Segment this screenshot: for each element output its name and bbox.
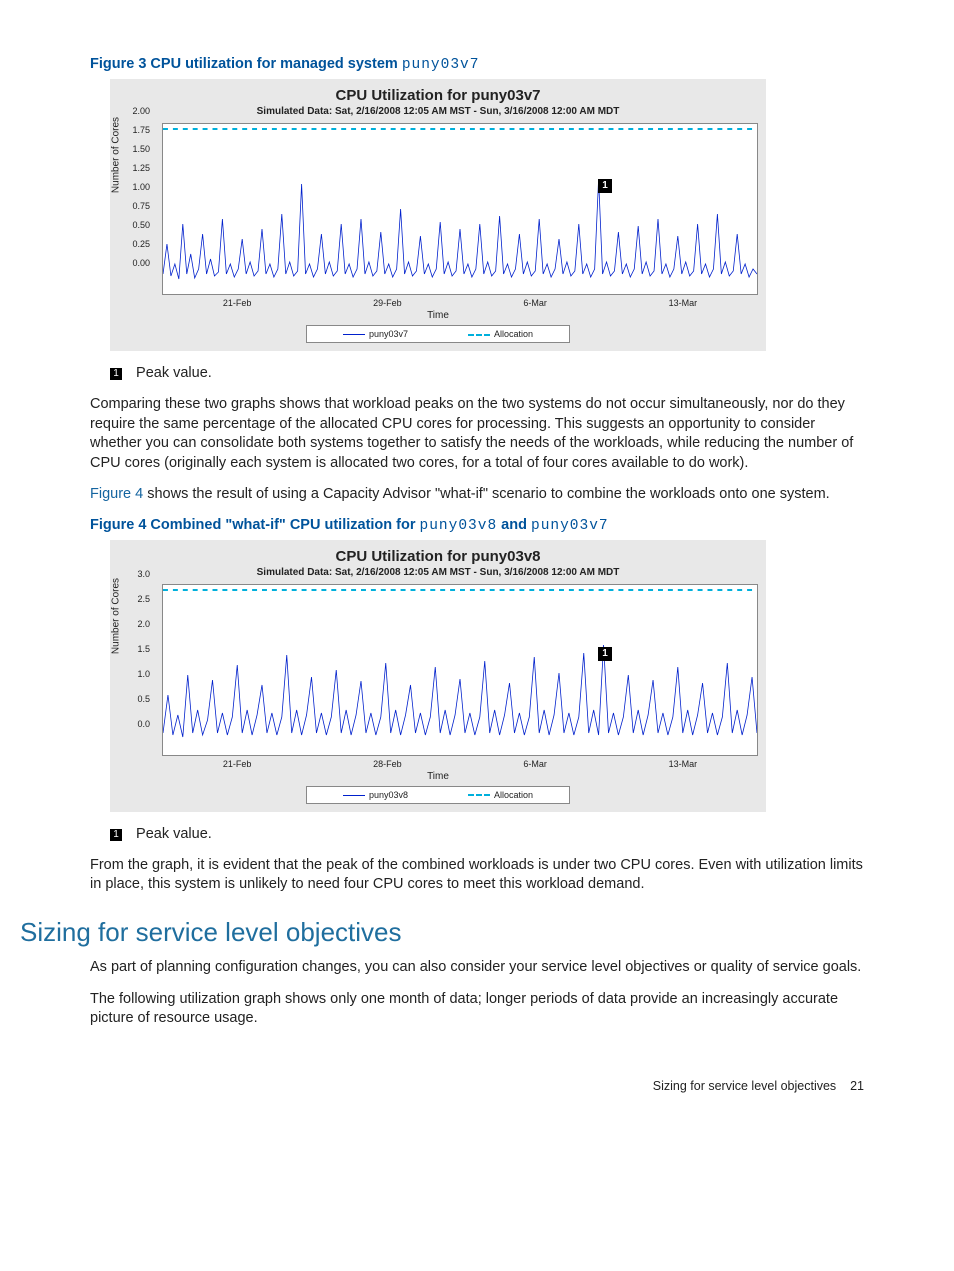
figure4-caption: Figure 4 Combined "what-if" CPU utilizat… — [90, 517, 864, 534]
figure4-title: CPU Utilization for puny03v8 — [118, 548, 758, 565]
figure4-caption-mid: and — [497, 517, 531, 533]
paragraph-3: From the graph, it is evident that the p… — [90, 856, 864, 895]
figure4-xticks: 21-Feb 28-Feb 6-Mar 13-Mar — [162, 756, 758, 769]
figure4-yticks: 3.0 2.5 2.0 1.5 1.0 0.5 0.0 — [120, 570, 150, 745]
figure3-xticks: 21-Feb 29-Feb 6-Mar 13-Mar — [162, 295, 758, 308]
figure3-title: CPU Utilization for puny03v7 — [118, 87, 758, 104]
figure3-callout: 1 — [598, 179, 612, 193]
figure3-note: 1 Peak value. — [110, 365, 864, 381]
figure4-legend: puny03v8 Allocation — [306, 786, 570, 804]
section-heading: Sizing for service level objectives — [20, 917, 864, 948]
figure3-caption: Figure 3 CPU utilization for managed sys… — [90, 56, 864, 73]
paragraph-5: The following utilization graph shows on… — [90, 990, 864, 1029]
figure4-callout: 1 — [598, 647, 612, 661]
figure4-caption-mono2: puny03v7 — [531, 518, 609, 534]
page-footer: Sizing for service level objectives 21 — [90, 1079, 864, 1093]
footer-page-number: 21 — [850, 1079, 864, 1093]
figure4-plot-area: 1 — [162, 584, 758, 756]
figure3-legend: puny03v7 Allocation — [306, 325, 570, 343]
paragraph-1: Comparing these two graphs shows that wo… — [90, 395, 864, 473]
figure4-subtitle: Simulated Data: Sat, 2/16/2008 12:05 AM … — [118, 567, 758, 578]
figure3-yticks: 2.00 1.75 1.50 1.25 1.00 0.75 0.50 0.25 … — [120, 107, 150, 278]
figure4-link[interactable]: Figure 4 — [90, 486, 143, 502]
figure4-note-text: Peak value. — [136, 826, 212, 842]
figure4-note: 1 Peak value. — [110, 826, 864, 842]
figure4-xlabel: Time — [118, 771, 758, 782]
figure3-caption-text: Figure 3 CPU utilization for managed sys… — [90, 56, 402, 72]
paragraph-2-tail: shows the result of using a Capacity Adv… — [143, 486, 830, 502]
figure3-chart: CPU Utilization for puny03v7 Simulated D… — [110, 79, 766, 351]
figure3-note-text: Peak value. — [136, 365, 212, 381]
figure3-subtitle: Simulated Data: Sat, 2/16/2008 12:05 AM … — [118, 106, 758, 117]
note-number-icon: 1 — [110, 829, 122, 841]
figure3-caption-mono: puny03v7 — [402, 57, 480, 73]
figure4-chart: CPU Utilization for puny03v8 Simulated D… — [110, 540, 766, 812]
figure4-caption-prefix: Figure 4 Combined "what-if" CPU utilizat… — [90, 517, 420, 533]
figure3-xlabel: Time — [118, 310, 758, 321]
footer-text: Sizing for service level objectives — [653, 1079, 836, 1093]
paragraph-2: Figure 4 shows the result of using a Cap… — [90, 485, 864, 505]
figure3-plot-area: 1 — [162, 123, 758, 295]
figure4-caption-mono1: puny03v8 — [420, 518, 498, 534]
note-number-icon: 1 — [110, 368, 122, 380]
paragraph-4: As part of planning configuration change… — [90, 958, 864, 978]
